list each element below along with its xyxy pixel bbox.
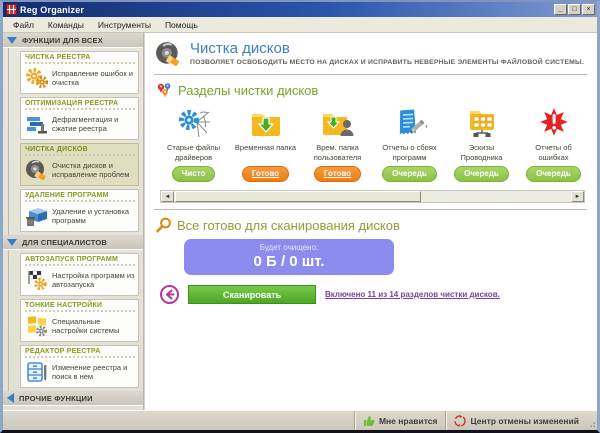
gears-icon	[25, 66, 49, 90]
window-gear-icon	[25, 314, 49, 338]
cleanup-item-crash-reports[interactable]: Отчеты о сбоях программ Очередь	[376, 105, 443, 182]
scan-button[interactable]: Сканировать	[188, 285, 316, 304]
divider	[154, 209, 587, 210]
sidebar: ФУНКЦИИ ДЛЯ ВСЕХ ЧИСТКА РЕЕСТРА Исправле…	[3, 33, 144, 410]
menu-help[interactable]: Помощь	[159, 18, 204, 32]
sidebar-item-registry-cleanup[interactable]: ЧИСТКА РЕЕСТРА Исправление ошибок и очис…	[20, 51, 139, 94]
error-burst-icon	[537, 105, 571, 141]
sidebar-item-registry-editor[interactable]: РЕДАКТОР РЕЕСТРА Изменение реестра и пои…	[20, 345, 139, 388]
status-badge[interactable]: Готово	[242, 166, 289, 182]
sidebar-group-specialists[interactable]: ДЛЯ СПЕЦИАЛИСТОВ	[3, 235, 143, 250]
resize-grip[interactable]	[587, 411, 597, 430]
menu-tools[interactable]: Инструменты	[92, 18, 157, 32]
cleanup-item-explorer-thumbnails[interactable]: Эскизы Проводника Очередь	[448, 105, 515, 182]
chevron-down-icon	[7, 239, 17, 246]
status-badge[interactable]: Очередь	[382, 166, 437, 182]
menu-file[interactable]: Файл	[7, 18, 40, 32]
uninstall-box-icon	[25, 204, 49, 228]
sidebar-item-autostart[interactable]: АВТОЗАПУСК ПРОГРАММ Настройка программ и…	[20, 253, 139, 296]
scrollbar-thumb[interactable]	[175, 191, 421, 202]
cleanup-summary-label: Будет очищено:	[184, 243, 394, 252]
status-badge[interactable]: Чисто	[172, 166, 216, 182]
scroll-left-button[interactable]: ◄	[161, 191, 174, 202]
scroll-right-button[interactable]: ►	[571, 191, 584, 202]
like-button[interactable]: Мне нравится	[354, 411, 446, 430]
title-bar: Reg Organizer _ □ ×	[3, 2, 597, 17]
sidebar-item-disk-cleanup[interactable]: ЧИСТКА ДИСКОВ Очистка дисков и исправлен…	[20, 143, 139, 186]
app-window: Reg Organizer _ □ × Файл Команды Инструм…	[0, 0, 600, 433]
chevron-left-icon	[7, 393, 14, 403]
ready-title: Все готово для сканирования дисков	[177, 218, 400, 233]
app-logo-icon	[6, 4, 17, 15]
arrow-left-icon	[164, 289, 175, 300]
defrag-icon	[25, 112, 49, 136]
minimize-button[interactable]: _	[554, 4, 567, 15]
cabinet-icon	[25, 360, 49, 384]
scrollbar-track[interactable]	[174, 191, 571, 202]
status-badge[interactable]: Готово	[314, 166, 361, 182]
sidebar-item-registry-optimization[interactable]: ОПТИМИЗАЦИЯ РЕЕСТРА Дефрагментация и сжа…	[20, 97, 139, 140]
cleanup-summary-box: Будет очищено: 0 Б / 0 шт.	[184, 239, 394, 275]
sidebar-item-tweaks[interactable]: ТОНКИЕ НАСТРОЙКИ Специальные настройки с…	[20, 299, 139, 342]
folder-down-icon	[249, 105, 283, 141]
menu-bar: Файл Команды Инструменты Помощь	[3, 17, 597, 33]
status-badge[interactable]: Очередь	[454, 166, 509, 182]
disk-brush-icon	[154, 40, 184, 68]
chevron-down-icon	[7, 37, 17, 44]
back-button[interactable]	[160, 285, 179, 304]
map-pins-icon	[156, 82, 173, 99]
driver-web-icon	[177, 105, 211, 141]
cleanup-items-row: Старые файлы драйверов Чисто Временная п…	[154, 105, 587, 182]
horizontal-scrollbar[interactable]: ◄ ►	[160, 190, 585, 203]
sidebar-item-uninstall-programs[interactable]: УДАЛЕНИЕ ПРОГРАММ Удаление и установка п…	[20, 189, 139, 232]
included-sections-link[interactable]: Включено 11 из 14 разделов чистки дисков…	[325, 290, 500, 299]
status-badge[interactable]: Очередь	[526, 166, 581, 182]
disk-brush-icon	[25, 158, 49, 182]
cleanup-summary-value: 0 Б / 0 шт.	[184, 253, 394, 270]
magnifier-icon	[156, 217, 172, 233]
cleanup-item-old-drivers[interactable]: Старые файлы драйверов Чисто	[160, 105, 227, 182]
report-pencil-icon	[393, 105, 427, 141]
close-button[interactable]: ×	[582, 4, 595, 15]
sidebar-group-other-functions[interactable]: ПРОЧИЕ ФУНКЦИИ	[3, 391, 143, 406]
main-panel: Чистка дисков ПОЗВОЛЯЕТ ОСВОБОДИТЬ МЕСТО…	[144, 33, 597, 410]
folder-user-icon	[321, 105, 355, 141]
cleanup-item-temp-folder[interactable]: Временная папка Готово	[232, 105, 299, 182]
sidebar-group-everyone[interactable]: ФУНКЦИИ ДЛЯ ВСЕХ	[3, 33, 143, 48]
undo-arrows-icon	[454, 415, 466, 427]
folder-thumbs-icon	[465, 105, 499, 141]
thumbs-up-icon	[363, 415, 375, 427]
page-subtitle: ПОЗВОЛЯЕТ ОСВОБОДИТЬ МЕСТО НА ДИСКАХ И И…	[190, 59, 584, 66]
flag-gear-icon	[25, 268, 49, 292]
cleanup-item-user-temp-folder[interactable]: Врем. папка пользователя Готово	[304, 105, 371, 182]
cleanup-item-error-reports[interactable]: Отчеты об ошибках Очередь	[520, 105, 587, 182]
divider	[154, 74, 587, 75]
status-bar: Мне нравится Центр отмены изменений	[3, 410, 597, 430]
page-title: Чистка дисков	[190, 40, 584, 57]
maximize-button[interactable]: □	[568, 4, 581, 15]
sections-title: Разделы чистки дисков	[178, 83, 318, 98]
window-title: Reg Organizer	[20, 5, 554, 15]
undo-center-button[interactable]: Центр отмены изменений	[445, 411, 587, 430]
menu-commands[interactable]: Команды	[42, 18, 90, 32]
